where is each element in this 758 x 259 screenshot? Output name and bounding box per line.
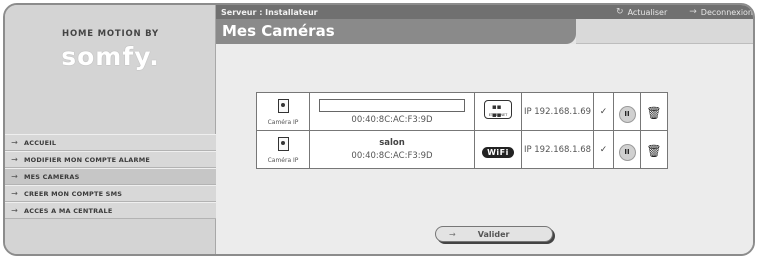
pause-cell: II [613,92,641,131]
camera-name-cell: 00:40:8C:AC:F3:9D [309,92,475,131]
camera-ip: IP 192.168.1.68 [521,130,594,169]
menu-item-label: MODIFIER MON COMPTE ALARME [24,155,151,164]
delete-cell: 🗑 [640,92,668,131]
camera-name-input[interactable] [319,98,465,112]
menu-item-label: CREER MON COMPTE SMS [24,189,123,198]
ethernet-label: ETHERNET [488,113,508,117]
camera-table: Caméra IP 00:40:8C:AC:F3:9D ▪▪ ▪▪ ETHERNE… [256,92,668,169]
check-icon: ✓ [593,130,614,169]
camera-icon [277,136,289,151]
menu-item-modifier-compte-alarme[interactable]: → MODIFIER MON COMPTE ALARME [5,151,216,168]
logout-link[interactable]: → Deconnexion [689,7,753,17]
camera-type-label: Caméra IP [267,118,299,126]
pause-button[interactable]: II [618,105,636,123]
page-title: Mes Caméras [222,22,335,40]
arrow-right-icon: → [11,172,18,181]
validate-button[interactable]: → Valider [435,226,553,242]
camera-name-cell: salon 00:40:8C:AC:F3:9D [309,130,475,169]
camera-icon [277,98,289,113]
pause-button[interactable]: II [618,143,636,161]
main-menu: → ACCUEIL → MODIFIER MON COMPTE ALARME →… [5,134,216,219]
top-bar: Serveur : Installateur ↻ Actualiser → De… [216,5,753,19]
menu-item-label: ACCES A MA CENTRALE [24,206,113,215]
menu-item-accueil[interactable]: → ACCUEIL [5,134,216,151]
sidebar: HOME MOTION BY somfy. → ACCUEIL → MODIFI… [5,5,216,254]
brand: HOME MOTION BY somfy. [5,29,216,71]
menu-item-mes-cameras[interactable]: → MES CAMERAS [5,168,216,185]
camera-mac: 00:40:8C:AC:F3:9D [351,114,433,125]
main-content: Caméra IP 00:40:8C:AC:F3:9D ▪▪ ▪▪ ETHERNE… [216,44,753,254]
camera-type-cell: Caméra IP [256,130,310,169]
camera-name: salon [379,138,405,148]
pause-cell: II [613,130,641,169]
title-bar: Mes Caméras [216,19,576,44]
refresh-label: Actualiser [627,7,668,17]
somfy-logo: somfy. [61,42,160,71]
menu-item-acces-centrale[interactable]: → ACCES A MA CENTRALE [5,202,216,219]
trash-icon[interactable]: 🗑 [646,106,661,120]
refresh-link[interactable]: ↻ Actualiser [616,7,667,17]
arrow-right-icon: → [449,229,456,239]
wifi-icon: WiFi [482,147,514,158]
trash-icon[interactable]: 🗑 [646,144,661,158]
arrow-right-icon: → [11,206,18,215]
camera-mac: 00:40:8C:AC:F3:9D [351,151,433,161]
arrow-right-icon: → [689,7,697,17]
connection-cell: ▪▪ ▪▪ ETHERNET [474,92,522,131]
connection-cell: WiFi [474,130,522,169]
brand-tagline: HOME MOTION BY [62,29,159,39]
camera-type-cell: Caméra IP [256,92,310,131]
server-label: Serveur : Installateur [221,7,318,17]
menu-item-label: ACCUEIL [24,138,57,147]
ethernet-icon: ▪▪ ▪▪ ETHERNET [484,100,512,119]
camera-type-label: Caméra IP [267,156,299,164]
table-row: Caméra IP salon 00:40:8C:AC:F3:9D WiFi I… [256,130,668,169]
arrow-right-icon: → [11,189,18,198]
delete-cell: 🗑 [640,130,668,169]
arrow-right-icon: → [11,155,18,164]
table-row: Caméra IP 00:40:8C:AC:F3:9D ▪▪ ▪▪ ETHERNE… [256,92,668,131]
menu-item-label: MES CAMERAS [24,172,80,181]
check-icon: ✓ [593,92,614,131]
camera-ip: IP 192.168.1.69 [521,92,594,131]
title-strip [576,19,753,44]
menu-item-creer-compte-sms[interactable]: → CREER MON COMPTE SMS [5,185,216,202]
logout-label: Deconnexion [700,7,753,17]
arrow-right-icon: → [11,138,18,147]
app-window: HOME MOTION BY somfy. → ACCUEIL → MODIFI… [3,3,755,256]
validate-label: Valider [477,229,510,239]
refresh-icon: ↻ [616,7,624,17]
